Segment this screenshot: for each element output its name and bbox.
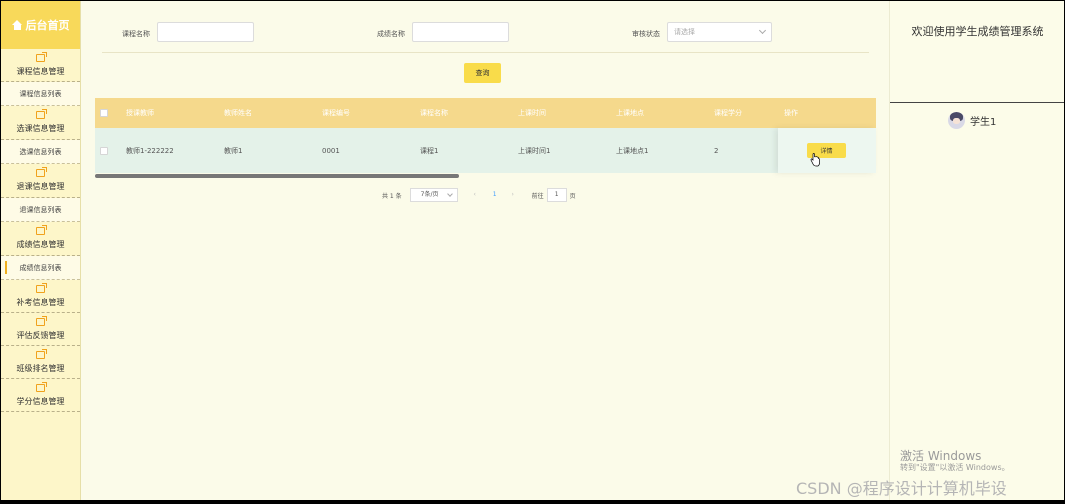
goto-suffix: 页: [569, 192, 576, 200]
activation-watermark-text: 转到"设置"以激活 Windows。: [900, 463, 1010, 472]
menu-credit-info[interactable]: 学分信息管理: [1, 379, 80, 412]
goto-page-input[interactable]: 1: [546, 188, 567, 202]
table-cell: 教师1-222222: [126, 146, 174, 155]
menu-class-ranking[interactable]: 班级排名管理: [1, 346, 80, 379]
table-cell: 上课地点1: [616, 146, 649, 155]
row-checkbox[interactable]: [100, 146, 108, 155]
menu-makeup-info[interactable]: 补考信息管理: [1, 280, 80, 313]
next-page-button[interactable]: ›: [506, 188, 520, 202]
app-window: 后台首页 课程信息管理 课程信息列表 选课信息管理 选课信息列表 退课信息管理 …: [1, 1, 1064, 500]
user-name: 学生1: [970, 117, 997, 128]
row-select-cell: [95, 146, 120, 155]
table-cell: 课程1: [420, 146, 439, 155]
page-number[interactable]: 1: [488, 188, 502, 202]
header-cell[interactable]: 教师姓名: [218, 108, 316, 118]
table-row: 教师1-222222 教师1 0001 课程1 上课时间1 上课地点1 2: [95, 128, 876, 173]
table-cell: 上课时间1: [518, 146, 551, 155]
goto-label: 前往: [531, 192, 544, 200]
edit-icon: [36, 225, 47, 235]
divider: [890, 102, 1064, 103]
select-all-cell: [95, 109, 120, 117]
edit-icon: [36, 348, 47, 359]
home-label: 后台首页: [25, 19, 70, 32]
sub-course-list[interactable]: 课程信息列表: [1, 82, 80, 106]
prev-page-button[interactable]: ‹: [468, 188, 482, 202]
edit-icon: [36, 315, 47, 326]
menu-label: 退课信息管理: [16, 182, 65, 191]
sub-drop-list[interactable]: 退课信息列表: [1, 198, 80, 222]
right-panel: 欢迎使用学生成绩管理系统 学生1 激活 Windows 转到"设置"以激活 Wi…: [889, 1, 1064, 500]
edit-icon: [36, 109, 47, 119]
select-all-checkbox[interactable]: [100, 109, 108, 117]
sidebar: 后台首页 课程信息管理 课程信息列表 选课信息管理 选课信息列表 退课信息管理 …: [1, 1, 81, 500]
edit-icon: [36, 167, 47, 177]
page-size-select[interactable]: 7条/页: [409, 188, 458, 202]
avatar: [948, 112, 965, 129]
home-icon: [11, 20, 23, 30]
edit-icon: [36, 51, 47, 62]
main-content: 课程名称 成绩名称 审核状态 请选择 查询 授课教师 教师姓名 课程编号 课程名…: [82, 1, 888, 500]
menu-grade-info[interactable]: 成绩信息管理: [1, 222, 80, 256]
header-cell[interactable]: 上课时间: [512, 108, 610, 118]
select-placeholder: 请选择: [674, 28, 695, 36]
csdn-watermark: CSDN @程序设计计算机毕设: [796, 479, 1007, 498]
table-cell: 教师1: [224, 146, 243, 155]
menu-label: 评估反馈管理: [16, 330, 65, 340]
edit-icon: [36, 381, 47, 392]
menu-label: 课程信息管理: [16, 66, 65, 76]
menu-label: 学分信息管理: [16, 396, 65, 406]
grade-name-input[interactable]: [412, 22, 509, 42]
menu-evaluation[interactable]: 评估反馈管理: [1, 313, 80, 346]
table-header: 授课教师 教师姓名 课程编号 课程名称 上课时间 上课地点 课程学分: [95, 98, 876, 128]
user-info[interactable]: 学生1: [948, 112, 996, 129]
menu-label: 选课信息管理: [16, 124, 65, 133]
data-table: 授课教师 教师姓名 课程编号 课程名称 上课时间 上课地点 课程学分 教师1-2…: [95, 98, 876, 173]
operation-column: 操作 详情: [778, 98, 876, 173]
pagination: 共 1 条 7条/页 ‹ 1 › 前往 1 页: [382, 188, 576, 202]
sub-grade-list[interactable]: 成绩信息列表: [1, 256, 80, 280]
divider: [102, 52, 869, 53]
header-cell[interactable]: 课程名称: [414, 108, 512, 118]
table-cell: 0001: [322, 146, 340, 155]
course-name-label: 课程名称: [122, 30, 150, 38]
menu-selection-info[interactable]: 选课信息管理: [1, 106, 80, 140]
edit-icon: [36, 282, 47, 293]
header-cell[interactable]: 课程编号: [316, 108, 414, 118]
total-count: 共 1 条: [382, 192, 402, 200]
grade-name-label: 成绩名称: [377, 30, 405, 38]
hand-cursor-icon: [810, 153, 820, 167]
menu-course-info[interactable]: 课程信息管理: [1, 49, 80, 82]
search-button[interactable]: 查询: [464, 63, 501, 83]
operation-cell: 详情: [778, 128, 876, 173]
header-cell: 操作: [778, 98, 876, 128]
chevron-down-icon: [758, 26, 767, 35]
menu-label: 成绩信息管理: [16, 240, 65, 249]
sub-selection-list[interactable]: 选课信息列表: [1, 140, 80, 164]
page-size-value: 7条/页: [420, 191, 439, 198]
review-status-select[interactable]: 请选择: [667, 22, 772, 42]
review-status-label: 审核状态: [632, 30, 660, 38]
header-cell[interactable]: 授课教师: [120, 108, 218, 118]
welcome-title: 欢迎使用学生成绩管理系统: [911, 25, 1044, 38]
menu-label: 班级排名管理: [16, 363, 65, 373]
horizontal-scrollbar[interactable]: [95, 174, 459, 178]
header-cell[interactable]: 上课地点: [610, 108, 708, 118]
menu-label: 补考信息管理: [16, 297, 65, 307]
home-link[interactable]: 后台首页: [1, 1, 80, 49]
course-name-input[interactable]: [157, 22, 254, 42]
menu-drop-info[interactable]: 退课信息管理: [1, 164, 80, 198]
